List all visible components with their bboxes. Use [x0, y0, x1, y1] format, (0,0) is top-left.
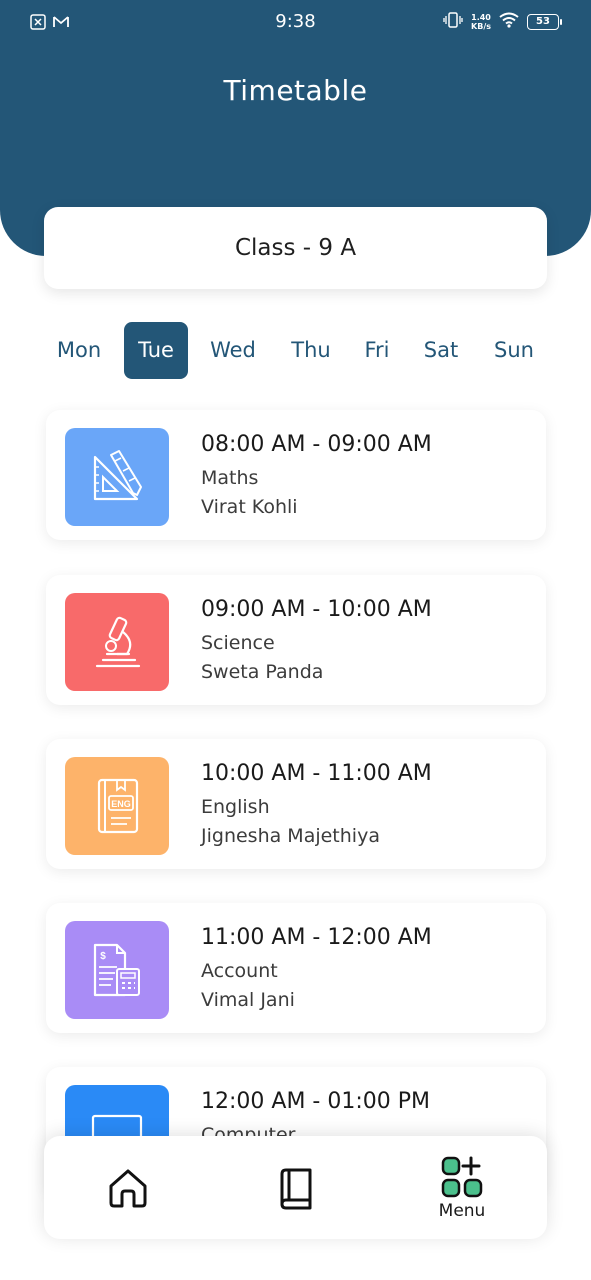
schedule-subject: Account: [201, 960, 278, 982]
schedule-teacher: Vimal Jani: [201, 989, 295, 1011]
subject-icon-box: ENG: [65, 757, 169, 855]
nav-menu-label: Menu: [438, 1200, 486, 1221]
schedule-subject: Science: [201, 632, 275, 654]
schedule-list: 08:00 AM - 09:00 AM Maths Virat Kohli 09…: [0, 0, 591, 1280]
subject-icon-box: $: [65, 921, 169, 1019]
nav-menu-button[interactable]: Menu: [402, 1136, 522, 1239]
subject-icon-box: [65, 428, 169, 526]
nav-book-button[interactable]: [235, 1136, 355, 1239]
schedule-time: 11:00 AM - 12:00 AM: [201, 925, 432, 950]
schedule-card-maths[interactable]: 08:00 AM - 09:00 AM Maths Virat Kohli: [46, 410, 546, 540]
schedule-teacher: Jignesha Majethiya: [201, 825, 380, 847]
microscope-icon: [95, 616, 141, 668]
schedule-subject: Maths: [201, 467, 259, 489]
schedule-time: 10:00 AM - 11:00 AM: [201, 761, 432, 786]
geometry-tools-icon: [93, 450, 142, 501]
home-icon: [109, 1169, 147, 1207]
schedule-card-science[interactable]: 09:00 AM - 10:00 AM Science Sweta Panda: [46, 575, 546, 705]
accounting-icon: $: [93, 943, 140, 997]
menu-grid-icon: [441, 1156, 483, 1197]
english-book-text: ENG: [111, 799, 131, 809]
schedule-time: 08:00 AM - 09:00 AM: [201, 432, 432, 457]
subject-icon-box: [65, 593, 169, 691]
schedule-time: 12:00 AM - 01:00 PM: [201, 1089, 430, 1114]
english-book-icon: ENG: [97, 778, 139, 834]
schedule-teacher: Sweta Panda: [201, 661, 324, 683]
book-icon: [280, 1168, 312, 1209]
schedule-subject: English: [201, 796, 270, 818]
schedule-card-english[interactable]: ENG 10:00 AM - 11:00 AM English Jignesha…: [46, 739, 546, 869]
schedule-time: 09:00 AM - 10:00 AM: [201, 597, 432, 622]
nav-home-button[interactable]: [68, 1136, 188, 1239]
schedule-card-account[interactable]: $ 11:00 AM - 12:00 AM Account Vimal Jani: [46, 903, 546, 1033]
dollar-sign-text: $: [100, 951, 106, 962]
bottom-navigation: Menu: [44, 1136, 547, 1239]
schedule-teacher: Virat Kohli: [201, 496, 298, 518]
